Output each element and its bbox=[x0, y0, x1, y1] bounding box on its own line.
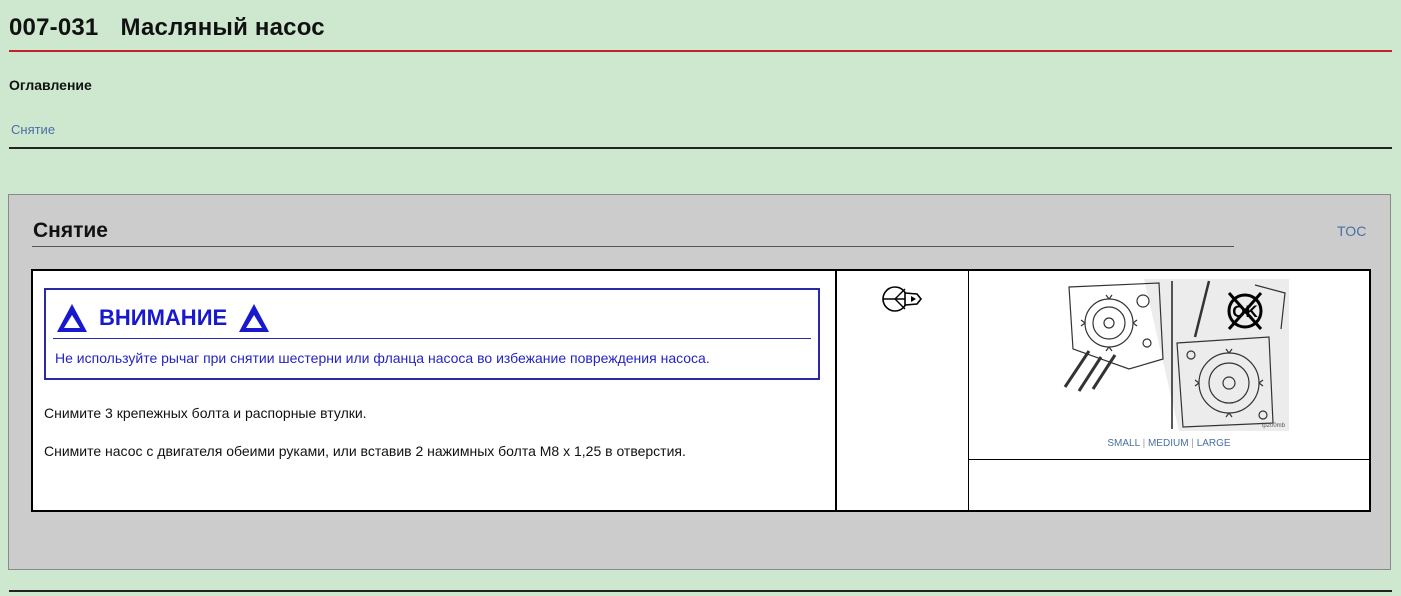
toc-heading: Оглавление bbox=[9, 77, 92, 93]
section-title: Снятие bbox=[33, 219, 108, 242]
toc-divider bbox=[9, 147, 1392, 149]
warning-divider bbox=[53, 338, 811, 339]
warning-triangle-icon bbox=[57, 304, 87, 332]
step-text: Снимите 3 крепежных болта и распорные вт… bbox=[44, 405, 367, 421]
size-large-link[interactable]: LARGE bbox=[1197, 438, 1231, 449]
warning-label: ВНИМАНИЕ bbox=[99, 305, 228, 330]
warning-header: ВНИМАНИЕ bbox=[55, 300, 271, 336]
page-title: 007-031 Масляный насос bbox=[9, 14, 325, 42]
warning-triangle-icon bbox=[239, 304, 270, 332]
size-small-link[interactable]: SMALL bbox=[1107, 438, 1139, 449]
section-removal: Снятие TOC ВНИМАНИЕ Не используйте рычаг… bbox=[8, 194, 1391, 570]
size-separator: | bbox=[1188, 438, 1197, 449]
size-medium-link[interactable]: MEDIUM bbox=[1148, 438, 1189, 449]
oil-pump-diagram-image[interactable]: OK ip200mb bbox=[1059, 279, 1289, 431]
figure-cell: OK ip200mb SMALL | MEDIUM | LARGE bbox=[969, 271, 1369, 460]
instruction-cell: ВНИМАНИЕ Не используйте рычаг при снятии… bbox=[33, 271, 837, 510]
section-divider bbox=[32, 246, 1234, 247]
warning-box: ВНИМАНИЕ Не используйте рычаг при снятии… bbox=[44, 288, 820, 380]
procedure-table: ВНИМАНИЕ Не используйте рычаг при снятии… bbox=[31, 269, 1371, 512]
bottom-divider bbox=[9, 590, 1392, 592]
tool-cell bbox=[837, 271, 969, 510]
toc-link-removal[interactable]: Снятие bbox=[11, 122, 55, 137]
figure-caption: ip200mb bbox=[1262, 423, 1286, 429]
socket-wrench-icon bbox=[882, 286, 923, 312]
title-divider bbox=[9, 50, 1392, 52]
size-separator: | bbox=[1139, 438, 1148, 449]
warning-text: Не используйте рычаг при снятии шестерни… bbox=[55, 350, 710, 366]
page-title-text: Масляный насос bbox=[120, 14, 325, 41]
toc-back-link[interactable]: TOC bbox=[1337, 223, 1366, 239]
page-code: 007-031 bbox=[9, 14, 99, 41]
image-size-links: SMALL | MEDIUM | LARGE bbox=[969, 438, 1369, 449]
step-text: Снимите насос с двигателя обеими руками,… bbox=[44, 443, 686, 459]
